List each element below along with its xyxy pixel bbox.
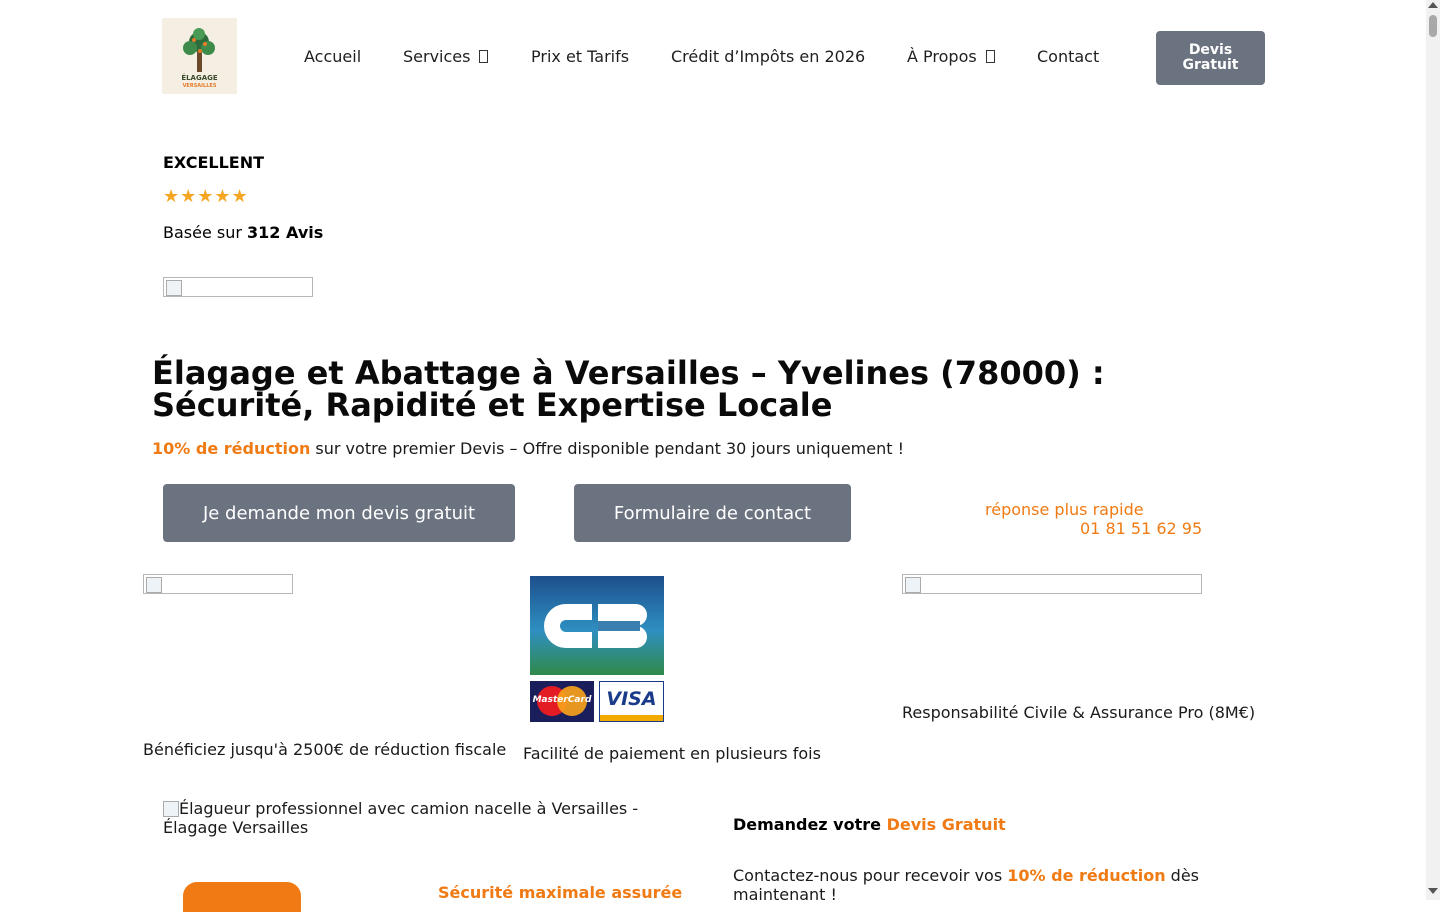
tax-benefit-text: Bénéficiez jusqu'à 2500€ de réduction fi…: [143, 740, 507, 759]
page-scrollbar[interactable]: [1426, 0, 1440, 900]
payment-text: Facilité de paiement en plusieurs fois: [523, 744, 821, 763]
nav-label: Prix et Tarifs: [531, 47, 630, 66]
site-logo[interactable]: ÉLAGAGE VERSAILLES: [162, 18, 237, 94]
cta-line2: Gratuit: [1182, 57, 1239, 73]
nav-contact[interactable]: Contact: [1037, 47, 1099, 66]
broken-image-badge: [163, 277, 313, 297]
mastercard-label: MasterCard: [532, 695, 592, 705]
rating-summary: Basée sur 312 Avis: [163, 223, 323, 242]
nav-a-propos[interactable]: À Propos: [907, 47, 995, 66]
broken-image-icon: [163, 801, 179, 817]
orange-shape: [183, 882, 301, 912]
logo-text-line2: VERSAILLES: [182, 83, 217, 89]
logo-text-line1: ÉLAGAGE: [181, 74, 218, 82]
scroll-down-icon[interactable]: [1428, 888, 1438, 894]
mastercard-icon: MasterCard: [530, 681, 594, 722]
scroll-up-icon[interactable]: [1428, 2, 1438, 8]
header-devis-button[interactable]: Devis Gratuit: [1156, 31, 1265, 85]
contact-highlight: 10% de réduction: [1007, 866, 1166, 885]
visa-label: VISA: [606, 688, 657, 710]
scroll-thumb[interactable]: [1429, 15, 1437, 37]
promo-rest: sur votre premier Devis – Offre disponib…: [310, 439, 904, 458]
quote-button-label: Je demande mon devis gratuit: [202, 502, 476, 524]
broken-image-insurance: [902, 574, 1202, 594]
visa-icon: VISA: [599, 681, 664, 722]
quote-button[interactable]: Je demande mon devis gratuit: [163, 484, 515, 542]
demandez-prefix: Demandez votre: [733, 815, 887, 834]
nav-label: Contact: [1037, 47, 1100, 66]
demandez-heading: Demandez votre Devis Gratuit: [733, 815, 1006, 834]
phone-number-link[interactable]: 01 81 51 62 95: [1080, 519, 1202, 538]
chevron-down-icon: [985, 50, 995, 63]
nav-label: Services: [403, 47, 471, 66]
payment-cards-image: MasterCard VISA: [530, 576, 664, 722]
demandez-highlight: Devis Gratuit: [886, 815, 1006, 834]
cta-line1: Devis: [1188, 42, 1233, 58]
broken-image-tax: [143, 574, 293, 594]
nav-accueil[interactable]: Accueil: [304, 47, 361, 66]
contact-promo-text: Contactez-nous pour recevoir vos 10% de …: [733, 866, 1233, 904]
promo-line: 10% de réduction sur votre premier Devis…: [152, 439, 904, 458]
rating-count: 312 Avis: [247, 223, 324, 242]
image-alt-text: Élagueur professionnel avec camion nacel…: [163, 799, 639, 837]
nav-prix-tarifs[interactable]: Prix et Tarifs: [531, 47, 629, 66]
nav-services[interactable]: Services: [403, 47, 489, 66]
rating-prefix: Basée sur: [163, 223, 248, 242]
rating-title: EXCELLENT: [163, 153, 264, 172]
elagueur-image: Élagueur professionnel avec camion nacel…: [163, 799, 683, 837]
contact-form-button[interactable]: Formulaire de contact: [574, 484, 851, 542]
contact-prefix: Contactez-nous pour recevoir vos: [733, 866, 1008, 885]
nav-label: Accueil: [304, 47, 362, 66]
secure-title: Sécurité maximale assurée: [438, 883, 683, 902]
promo-highlight: 10% de réduction: [152, 439, 311, 458]
contact-form-label: Formulaire de contact: [613, 502, 812, 524]
nav-credit-impots[interactable]: Crédit d’Impôts en 2026: [671, 47, 865, 66]
phone-label[interactable]: réponse plus rapide: [985, 500, 1144, 519]
rating-stars-icon: ★★★★★: [163, 186, 249, 207]
page-title: Élagage et Abattage à Versailles – Yveli…: [152, 354, 1105, 424]
nav-label: À Propos: [907, 47, 977, 66]
chevron-down-icon: [479, 50, 489, 63]
nav-label: Crédit d’Impôts en 2026: [671, 47, 866, 66]
insurance-text: Responsabilité Civile & Assurance Pro (8…: [902, 703, 1256, 722]
